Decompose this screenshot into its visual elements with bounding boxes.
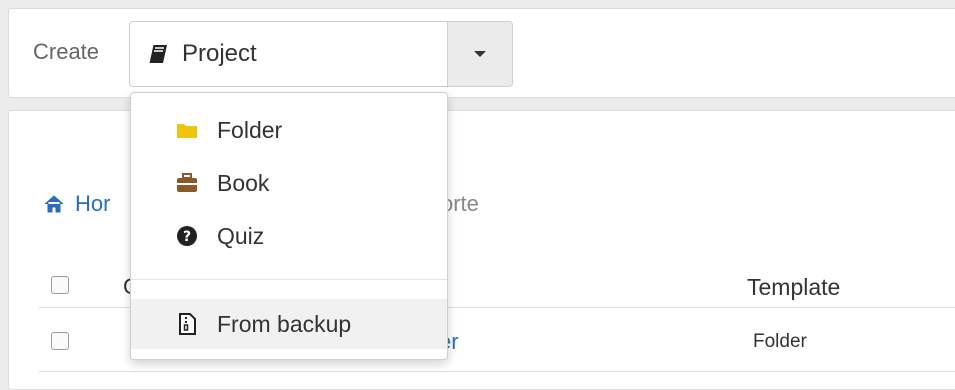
menu-divider	[131, 279, 447, 280]
menu-item-label: Quiz	[217, 222, 265, 249]
home-icon	[44, 195, 64, 213]
svg-text:?: ?	[183, 229, 191, 245]
create-dropdown-toggle[interactable]	[447, 21, 513, 87]
column-header-template[interactable]: Template	[747, 274, 840, 301]
select-all-checkbox[interactable]	[51, 276, 69, 294]
question-circle-icon: ?	[177, 226, 197, 246]
briefcase-icon	[177, 173, 197, 192]
row-divider	[39, 371, 955, 372]
caret-down-icon	[474, 51, 486, 57]
create-dropdown-menu: Folder Book ? Quiz From backup	[130, 92, 448, 360]
menu-item-label: From backup	[217, 310, 352, 337]
row-template: Folder	[753, 331, 807, 352]
create-panel: Create Project	[8, 8, 955, 98]
menu-item-folder[interactable]: Folder	[131, 105, 447, 155]
menu-item-quiz[interactable]: ? Quiz	[131, 211, 447, 261]
row-checkbox[interactable]	[51, 332, 69, 350]
create-type-select[interactable]: Project	[129, 21, 449, 87]
file-archive-icon	[179, 313, 196, 335]
menu-item-book[interactable]: Book	[131, 158, 447, 208]
menu-item-from-backup[interactable]: From backup	[131, 299, 447, 349]
create-label: Create	[33, 39, 100, 64]
selected-type-label: Project	[182, 40, 257, 67]
breadcrumb[interactable]: Hor	[43, 191, 110, 217]
notebook-icon	[148, 44, 167, 64]
breadcrumb-home-link[interactable]: Hor	[75, 191, 110, 217]
folder-icon	[177, 124, 197, 138]
menu-item-label: Book	[217, 169, 270, 196]
menu-item-label: Folder	[217, 116, 283, 143]
